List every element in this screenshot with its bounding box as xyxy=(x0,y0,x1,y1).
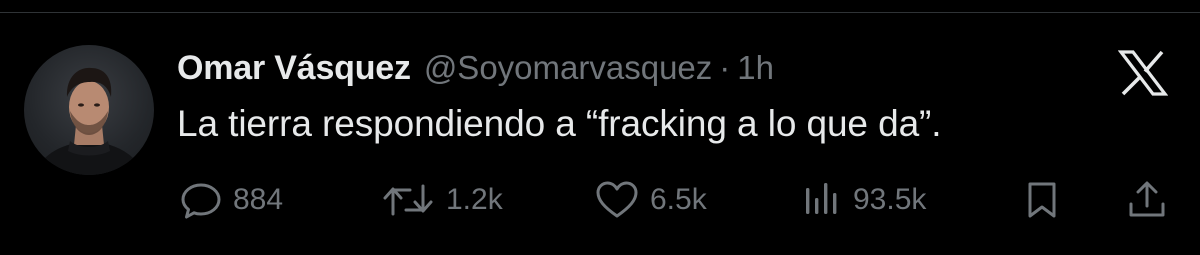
reply-button[interactable]: 884 xyxy=(179,178,283,222)
reply-count: 884 xyxy=(233,183,284,216)
top-divider xyxy=(0,12,1200,13)
retweet-count: 1.2k xyxy=(446,183,503,216)
tweet-text: La tierra respondiendo a “fracking a lo … xyxy=(177,103,942,144)
avatar[interactable] xyxy=(24,45,154,175)
tweet-timestamp[interactable]: 1h xyxy=(737,49,774,87)
like-button[interactable]: 6.5k xyxy=(594,178,707,222)
heart-icon xyxy=(596,181,638,218)
views-button[interactable]: 93.5k xyxy=(803,178,926,222)
share-button[interactable] xyxy=(1125,178,1169,222)
avatar-portrait-icon xyxy=(34,67,144,175)
like-count: 6.5k xyxy=(650,183,707,216)
retweet-button[interactable]: 1.2k xyxy=(380,178,503,222)
header-separator: · xyxy=(719,49,731,86)
views-count: 93.5k xyxy=(853,183,927,216)
x-logo-icon xyxy=(1117,50,1169,96)
bookmark-button[interactable] xyxy=(1022,178,1062,222)
share-icon xyxy=(1129,181,1165,217)
views-icon xyxy=(806,183,837,214)
tweet-actions-bar: 884 1.2k 6.5k 93.5k xyxy=(0,178,1200,222)
retweet-icon xyxy=(383,184,433,216)
author-display-name[interactable]: Omar Vásquez xyxy=(177,49,411,88)
reply-icon xyxy=(181,183,221,219)
bookmark-icon xyxy=(1028,182,1056,218)
author-handle[interactable]: @Soyomarvasquez xyxy=(424,49,712,87)
tweet-header: Omar Vásquez @Soyomarvasquez · 1h xyxy=(177,46,774,90)
